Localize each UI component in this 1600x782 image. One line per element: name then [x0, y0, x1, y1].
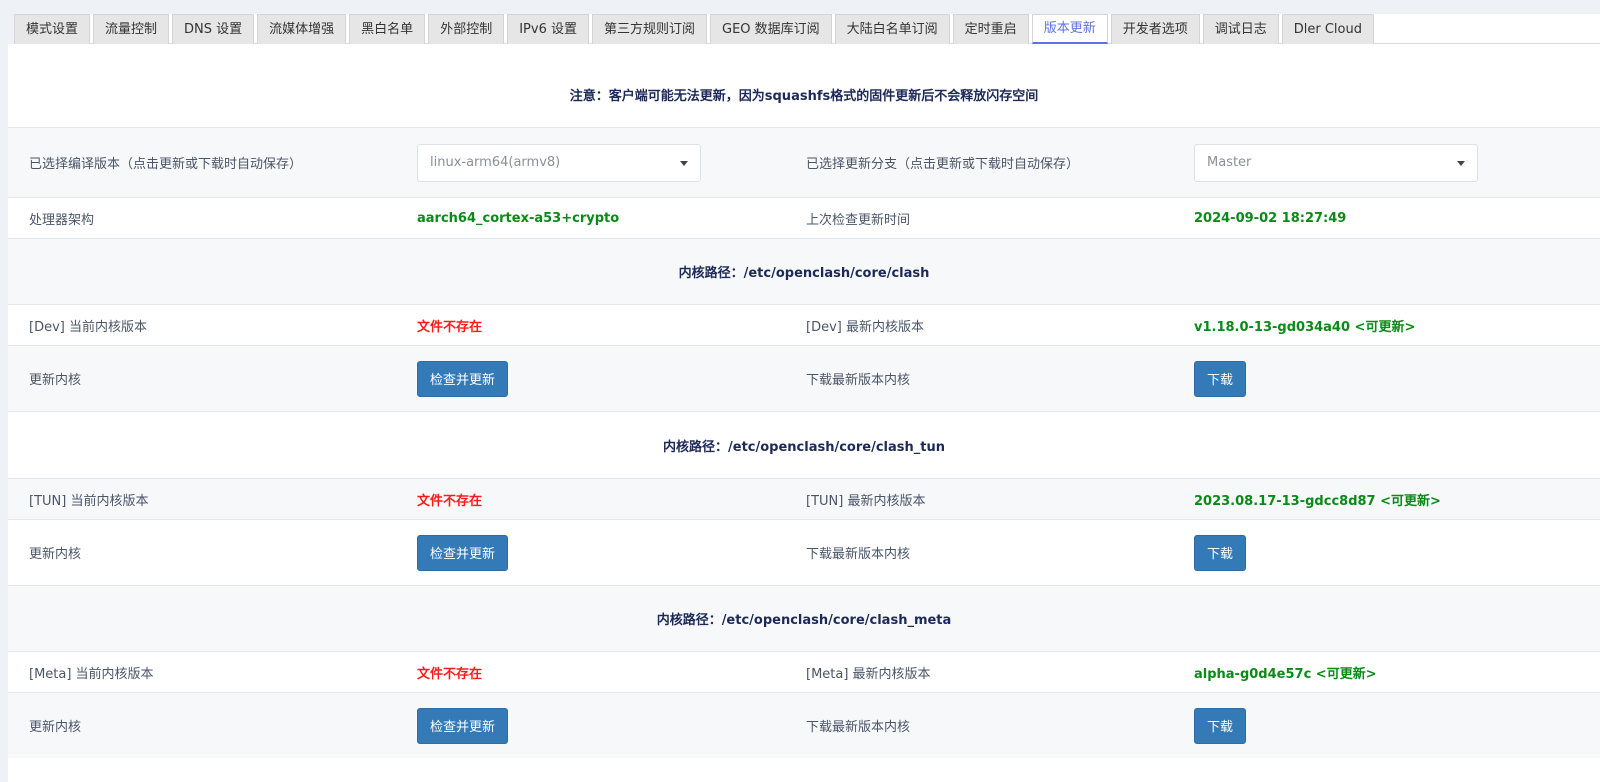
download-button[interactable]: 下载	[1194, 707, 1247, 744]
tab-ipv6-settings[interactable]: IPv6 设置	[507, 14, 589, 44]
core-actions-row: 更新内核 检查并更新 下载最新版本内核 下载	[8, 692, 1600, 758]
tab-debug-log[interactable]: 调试日志	[1202, 14, 1279, 44]
arch-label: 处理器架构	[29, 212, 95, 228]
download-button[interactable]: 下载	[1194, 360, 1247, 397]
current-core-value: 文件不存在	[417, 319, 483, 335]
update-core-label: 更新内核	[29, 373, 82, 388]
check-and-update-button[interactable]: 检查并更新	[417, 707, 509, 744]
core-path: 内核路径：/etc/openclash/core/clash	[678, 266, 930, 281]
core-path-row: 内核路径：/etc/openclash/core/clash	[8, 238, 1600, 304]
compile-version-select[interactable]: linux-arm64(armv8)	[417, 143, 701, 182]
latest-core-label: [TUN] 最新内核版本	[806, 493, 926, 509]
tab-bar: 模式设置 流量控制 DNS 设置 流媒体增强 黑白名单 外部控制 IPv6 设置…	[14, 14, 1600, 44]
download-core-cell: 下载	[1194, 520, 1247, 585]
last-check-value: 2024-09-02 18:27:49	[1194, 210, 1347, 226]
update-branch-label: 已选择更新分支（点击更新或下载时自动保存）	[806, 157, 1080, 172]
tab-scheduled-restart[interactable]: 定时重启	[952, 14, 1029, 44]
update-branch-select[interactable]: Master	[1194, 143, 1478, 182]
current-core-label: [Meta] 当前内核版本	[29, 666, 154, 682]
core-path-row: 内核路径：/etc/openclash/core/clash_meta	[8, 585, 1600, 651]
tab-black-white-list[interactable]: 黑白名单	[349, 14, 426, 44]
update-core-label: 更新内核	[29, 547, 82, 562]
download-button[interactable]: 下载	[1194, 534, 1247, 571]
core-version-row: [Dev] 当前内核版本 文件不存在 [Dev] 最新内核版本 v1.18.0-…	[8, 304, 1600, 345]
tab-streaming-enhance[interactable]: 流媒体增强	[257, 14, 347, 44]
latest-core-value: 2023.08.17-13-gdcc8d87 <可更新>	[1194, 493, 1441, 509]
tab-dler-cloud[interactable]: Dler Cloud	[1281, 14, 1374, 44]
tab-geo-database[interactable]: GEO 数据库订阅	[710, 14, 832, 44]
core-path-row: 内核路径：/etc/openclash/core/clash_tun	[8, 411, 1600, 478]
tab-version-update[interactable]: 版本更新	[1031, 14, 1108, 44]
current-core-value: 文件不存在	[417, 493, 483, 509]
current-core-value: 文件不存在	[417, 666, 483, 682]
core-version-row: [TUN] 当前内核版本 文件不存在 [TUN] 最新内核版本 2023.08.…	[8, 478, 1600, 519]
tab-mainland-whitelist[interactable]: 大陆白名单订阅	[834, 14, 950, 44]
download-core-cell: 下载	[1194, 693, 1247, 758]
tab-developer-options[interactable]: 开发者选项	[1110, 14, 1200, 44]
notice-row: 注意：客户端可能无法更新，因为squashfs格式的固件更新后不会释放闪存空间	[8, 61, 1600, 127]
check-and-update-button[interactable]: 检查并更新	[417, 534, 509, 571]
update-core-cell: 检查并更新	[417, 346, 509, 411]
version-update-panel: 注意：客户端可能无法更新，因为squashfs格式的固件更新后不会释放闪存空间 …	[8, 44, 1600, 782]
tab-mode-settings[interactable]: 模式设置	[14, 14, 91, 44]
chevron-down-icon	[1457, 160, 1465, 166]
compile-version-value: linux-arm64(armv8)	[430, 155, 561, 170]
latest-core-label: [Meta] 最新内核版本	[806, 666, 931, 682]
update-branch-value: Master	[1207, 155, 1252, 170]
tab-dns-settings[interactable]: DNS 设置	[172, 14, 255, 44]
core-actions-row: 更新内核 检查并更新 下载最新版本内核 下载	[8, 345, 1600, 411]
download-core-label: 下载最新版本内核	[806, 547, 911, 562]
core-version-row: [Meta] 当前内核版本 文件不存在 [Meta] 最新内核版本 alpha-…	[8, 651, 1600, 692]
chevron-down-icon	[680, 160, 688, 166]
tab-third-party-rules[interactable]: 第三方规则订阅	[591, 14, 707, 44]
arch-row: 处理器架构 aarch64_cortex-a53+crypto 上次检查更新时间…	[8, 197, 1600, 238]
core-path: 内核路径：/etc/openclash/core/clash_tun	[663, 439, 945, 455]
compile-version-label: 已选择编译版本（点击更新或下载时自动保存）	[29, 157, 303, 172]
tab-traffic-control[interactable]: 流量控制	[93, 14, 170, 44]
update-core-cell: 检查并更新	[417, 520, 509, 585]
update-branch-select-wrap: Master	[1194, 128, 1478, 197]
current-core-label: [TUN] 当前内核版本	[29, 493, 149, 509]
download-core-label: 下载最新版本内核	[806, 373, 911, 388]
core-actions-row: 更新内核 检查并更新 下载最新版本内核 下载	[8, 519, 1600, 585]
compile-version-select-wrap: linux-arm64(armv8)	[417, 128, 701, 197]
latest-core-value: v1.18.0-13-gd034a40 <可更新>	[1194, 319, 1416, 335]
current-core-label: [Dev] 当前内核版本	[29, 319, 147, 335]
download-core-cell: 下载	[1194, 346, 1247, 411]
latest-core-label: [Dev] 最新内核版本	[806, 319, 924, 335]
tab-external-control[interactable]: 外部控制	[428, 14, 505, 44]
arch-value: aarch64_cortex-a53+crypto	[417, 210, 620, 226]
compile-version-row: 已选择编译版本（点击更新或下载时自动保存） linux-arm64(armv8)…	[8, 127, 1600, 197]
last-check-label: 上次检查更新时间	[806, 212, 911, 228]
notice-text: 注意：客户端可能无法更新，因为squashfs格式的固件更新后不会释放闪存空间	[569, 88, 1039, 104]
check-and-update-button[interactable]: 检查并更新	[417, 360, 509, 397]
update-core-label: 更新内核	[29, 720, 82, 735]
core-path: 内核路径：/etc/openclash/core/clash_meta	[656, 613, 952, 628]
latest-core-value: alpha-g0d4e57c <可更新>	[1194, 666, 1377, 682]
update-core-cell: 检查并更新	[417, 693, 509, 758]
download-core-label: 下载最新版本内核	[806, 720, 911, 735]
